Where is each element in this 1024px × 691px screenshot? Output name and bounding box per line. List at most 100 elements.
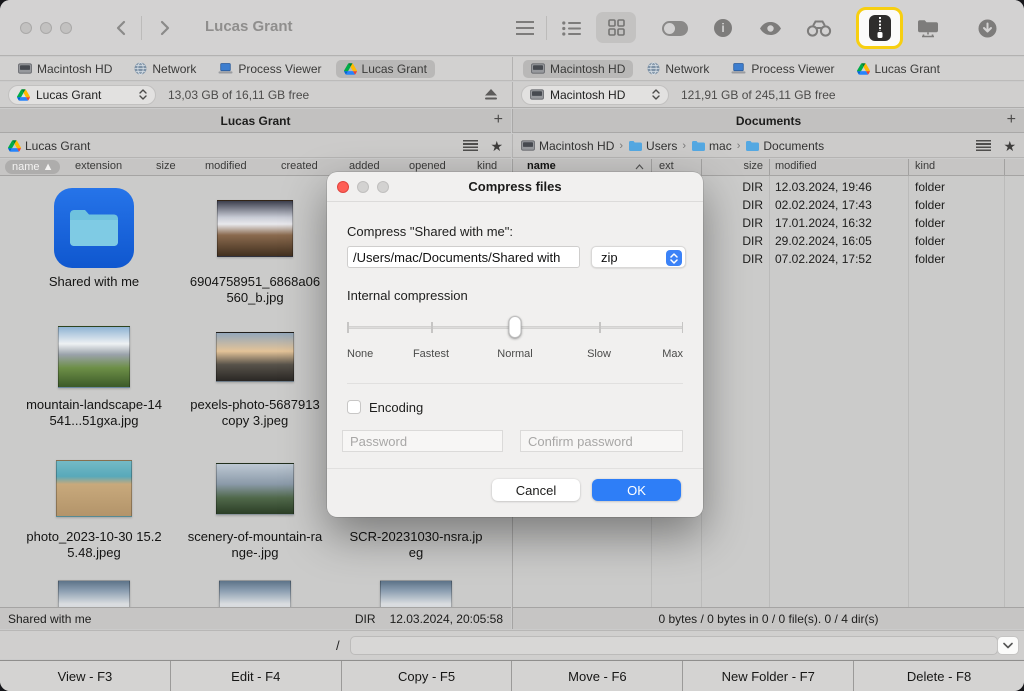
forward-button[interactable] <box>153 16 177 40</box>
back-button[interactable] <box>108 16 132 40</box>
move-f6-button[interactable]: Move - F6 <box>511 661 682 691</box>
tab-label: Lucas Grant <box>874 61 940 76</box>
toolbar-separator <box>141 16 142 40</box>
cancel-button[interactable]: Cancel <box>492 479 580 501</box>
google-drive-icon <box>343 62 357 75</box>
file-item-partial[interactable] <box>336 566 496 607</box>
folder-icon <box>692 141 706 151</box>
favorites-star-icon[interactable]: ★ <box>1003 139 1016 153</box>
column-divider[interactable] <box>1004 159 1005 175</box>
minimize-window-button[interactable] <box>40 22 52 34</box>
right-drive-selector[interactable]: Macintosh HD <box>521 84 669 105</box>
tab-process-viewer[interactable]: Process Viewer <box>210 60 329 78</box>
tab-process-viewer[interactable]: Process Viewer <box>723 60 842 78</box>
column-header[interactable]: size <box>713 160 763 172</box>
column-header[interactable]: size <box>156 160 176 172</box>
dialog-minimize-button[interactable] <box>357 181 369 193</box>
breadcrumb-item[interactable]: Macintosh HD <box>521 139 614 153</box>
sort-ascending-icon <box>635 164 644 170</box>
eject-button[interactable] <box>484 88 498 101</box>
tab-network[interactable]: Network <box>126 60 204 78</box>
password-input[interactable] <box>342 430 503 452</box>
view-options-icon[interactable] <box>976 140 992 151</box>
chevron-down-icon <box>1003 642 1013 649</box>
network-connect-button[interactable] <box>916 14 940 42</box>
tab-lucas-grant[interactable]: Lucas Grant <box>849 60 948 78</box>
column-header[interactable]: ext <box>659 160 674 172</box>
column-header[interactable]: kind <box>915 160 935 172</box>
breadcrumb-item[interactable]: mac <box>691 139 732 153</box>
zoom-window-button[interactable] <box>60 22 72 34</box>
file-item[interactable]: pexels-photo-5687913 copy 3.jpeg <box>175 318 335 430</box>
confirm-password-input[interactable] <box>520 430 683 452</box>
grid-view-icon <box>607 19 625 36</box>
view-options-icon[interactable] <box>463 140 479 151</box>
cell-size: DIR <box>742 180 763 194</box>
compression-slider[interactable] <box>347 316 683 338</box>
column-header[interactable]: opened <box>409 160 446 172</box>
column-header[interactable]: added <box>349 160 380 172</box>
tab-macintosh-hd[interactable]: Macintosh HD <box>10 60 120 78</box>
close-window-button[interactable] <box>20 22 32 34</box>
new-folder-f7-button[interactable]: New Folder - F7 <box>682 661 853 691</box>
menu-icon <box>516 21 534 35</box>
slider-thumb[interactable] <box>508 316 522 338</box>
file-item[interactable]: scenery-of-mountain-range-.jpg <box>175 450 335 562</box>
add-tab-button[interactable]: + <box>494 111 503 129</box>
downloads-button[interactable] <box>978 14 997 42</box>
archive-format-select[interactable]: zip <box>591 246 686 268</box>
file-item[interactable]: photo_2023-10-30 15.25.48.jpeg <box>14 450 174 562</box>
column-divider[interactable] <box>769 159 770 175</box>
dialog-zoom-button[interactable] <box>377 181 389 193</box>
column-header-name[interactable]: name <box>527 160 556 172</box>
file-manager-window: Lucas Grant i Macintosh HD Network Proce… <box>0 0 1024 691</box>
info-button[interactable]: i <box>714 14 732 42</box>
column-header[interactable]: modified <box>205 160 247 172</box>
binoculars-icon <box>806 20 832 37</box>
file-item-partial[interactable] <box>14 566 174 607</box>
command-path-input[interactable] <box>350 636 998 655</box>
copy-f5-button[interactable]: Copy - F5 <box>340 661 512 691</box>
archive-path-input[interactable] <box>347 246 580 268</box>
file-item-partial[interactable] <box>175 566 335 607</box>
ok-button[interactable]: OK <box>592 479 681 501</box>
column-header[interactable]: created <box>281 160 318 172</box>
edit-f4-button[interactable]: Edit - F4 <box>169 661 341 691</box>
file-item-shared-with-me[interactable]: Shared with me <box>14 184 174 290</box>
preview-button[interactable] <box>759 14 782 42</box>
view-f3-button[interactable]: View - F3 <box>0 661 170 691</box>
path-history-button[interactable] <box>997 636 1019 655</box>
tab-macintosh-hd-active[interactable]: Macintosh HD <box>523 59 634 78</box>
grid-view-button-active[interactable] <box>596 12 636 43</box>
file-name: 6904758951_6868a06560_b.jpg <box>189 274 321 306</box>
folder-icon <box>746 141 760 151</box>
encoding-checkbox[interactable] <box>347 400 361 414</box>
compress-button-highlighted[interactable] <box>856 7 903 49</box>
panel-toggle-button[interactable] <box>662 14 688 42</box>
search-button[interactable] <box>806 14 832 42</box>
add-tab-button[interactable]: + <box>1007 111 1016 129</box>
internal-drive-icon <box>530 89 544 100</box>
column-header[interactable]: kind <box>477 160 497 172</box>
tab-network[interactable]: Network <box>639 60 717 78</box>
breadcrumb-item[interactable]: Lucas Grant <box>8 139 90 153</box>
path-prefix: / <box>336 637 340 653</box>
cell-modified: 17.01.2024, 16:32 <box>775 216 872 230</box>
menu-button[interactable] <box>516 14 534 42</box>
file-item[interactable]: 6904758951_6868a06560_b.jpg <box>175 184 335 307</box>
column-header[interactable]: extension <box>75 160 122 172</box>
cell-kind: folder <box>915 198 946 212</box>
column-divider[interactable] <box>908 159 909 175</box>
list-view-button[interactable] <box>562 14 581 42</box>
breadcrumb-item[interactable]: Documents <box>745 139 824 153</box>
left-drive-selector[interactable]: Lucas Grant <box>8 84 156 105</box>
left-pane-tabs: Macintosh HD Network Process Viewer Luca… <box>0 57 512 80</box>
dialog-close-button[interactable] <box>337 181 349 193</box>
tab-lucas-grant-active[interactable]: Lucas Grant <box>335 59 435 78</box>
column-header[interactable]: modified <box>775 160 817 172</box>
column-header-name-sorted[interactable]: name ▲ <box>5 160 61 174</box>
breadcrumb-item[interactable]: Users <box>628 139 677 153</box>
favorites-star-icon[interactable]: ★ <box>490 139 503 153</box>
file-item[interactable]: mountain-landscape-14541...51gxa.jpg <box>14 318 174 430</box>
delete-f8-button[interactable]: Delete - F8 <box>853 661 1024 691</box>
